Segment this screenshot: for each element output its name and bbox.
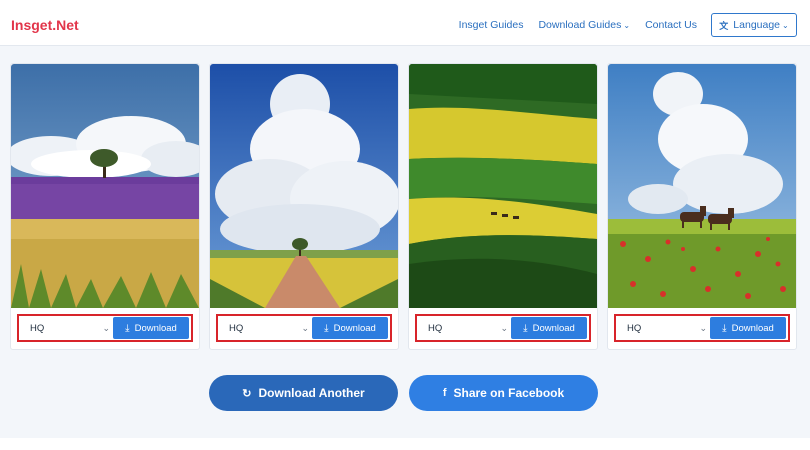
site-logo[interactable]: Insget.Net (11, 17, 79, 33)
nav-label: Contact Us (645, 19, 697, 31)
language-label: Language (733, 19, 781, 31)
chevron-down-icon: ⌄ (500, 322, 508, 333)
image-card: HQ ⌄ ⤓ Download (607, 63, 797, 350)
image-thumbnail (11, 64, 199, 308)
quality-value: HQ (428, 322, 443, 334)
facebook-icon: f (442, 387, 447, 399)
nav-label: Insget Guides (458, 19, 524, 31)
nav-label: Download Guides (538, 19, 622, 31)
download-icon: ⤓ (125, 322, 130, 334)
top-header: Insget.Net Insget Guides Download Guides… (0, 0, 810, 46)
footer-band (0, 438, 810, 450)
quality-select[interactable]: HQ ⌄ (221, 318, 315, 338)
download-controls: HQ ⌄ ⤓ Download (614, 314, 790, 342)
download-button[interactable]: ⤓ Download (312, 317, 388, 339)
image-card: HQ ⌄ ⤓ Download (408, 63, 598, 350)
chevron-down-icon: ⌄ (699, 322, 707, 333)
image-thumbnail (608, 64, 796, 308)
download-controls: HQ ⌄ ⤓ Download (216, 314, 392, 342)
main-nav: Insget Guides Download Guides ⌄ Contact U… (444, 13, 797, 37)
refresh-icon: ↻ (242, 387, 252, 400)
download-icon: ⤓ (523, 322, 528, 334)
language-button[interactable]: 文 Language ⌄ (711, 13, 797, 37)
nav-contact-us[interactable]: Contact Us (645, 19, 697, 31)
image-thumbnail (210, 64, 398, 308)
chevron-down-icon: ⌄ (102, 322, 110, 333)
quality-select[interactable]: HQ ⌄ (619, 318, 713, 338)
download-another-label: Download Another (258, 386, 365, 400)
download-controls: HQ ⌄ ⤓ Download (415, 314, 591, 342)
nav-download-guides[interactable]: Download Guides ⌄ (538, 19, 630, 31)
quality-select[interactable]: HQ ⌄ (22, 318, 116, 338)
image-thumbnail (409, 64, 597, 308)
download-label: Download (134, 322, 177, 334)
download-another-button[interactable]: ↻ Download Another (209, 375, 398, 411)
download-icon: ⤓ (324, 322, 329, 334)
download-icon: ⤓ (722, 322, 727, 334)
share-facebook-button[interactable]: f Share on Facebook (409, 375, 598, 411)
share-facebook-label: Share on Facebook (453, 386, 565, 400)
nav-insget-guides[interactable]: Insget Guides (459, 19, 524, 31)
chevron-down-icon: ⌄ (301, 322, 309, 333)
quality-value: HQ (627, 322, 642, 334)
translate-icon: 文 (719, 20, 729, 31)
download-button[interactable]: ⤓ Download (511, 317, 587, 339)
download-button[interactable]: ⤓ Download (710, 317, 786, 339)
download-button[interactable]: ⤓ Download (113, 317, 189, 339)
image-grid: HQ ⌄ ⤓ Download HQ ⌄ ⤓ Download HQ ⌄ ⤓ D… (10, 63, 800, 350)
download-controls: HQ ⌄ ⤓ Download (17, 314, 193, 342)
quality-value: HQ (229, 322, 244, 334)
download-label: Download (333, 322, 376, 334)
download-label: Download (532, 322, 575, 334)
image-card: HQ ⌄ ⤓ Download (10, 63, 200, 350)
quality-select[interactable]: HQ ⌄ (420, 318, 514, 338)
download-label: Download (731, 322, 774, 334)
image-card: HQ ⌄ ⤓ Download (209, 63, 399, 350)
chevron-down-icon: ⌄ (623, 20, 631, 30)
chevron-down-icon: ⌄ (782, 20, 789, 30)
quality-value: HQ (30, 322, 45, 334)
